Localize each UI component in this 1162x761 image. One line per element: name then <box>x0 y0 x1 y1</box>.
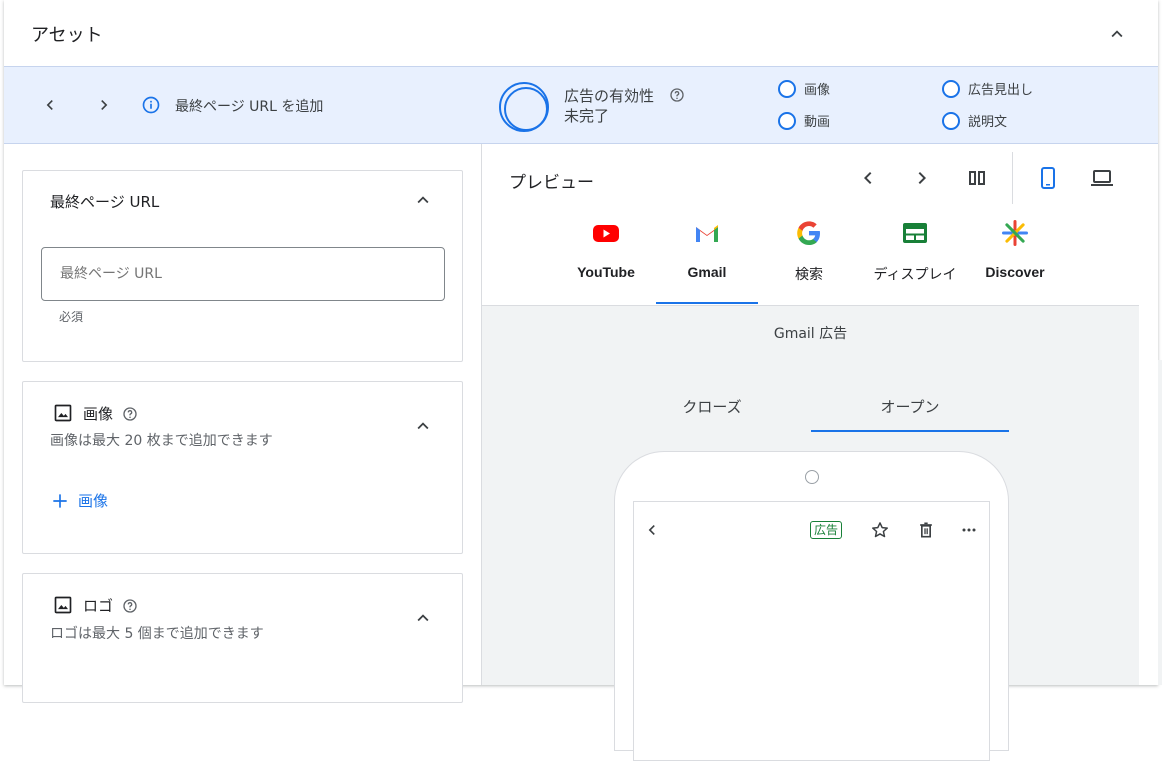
final-url-card: 最終ページ URL 必須 <box>22 170 463 362</box>
phone-camera <box>805 470 819 484</box>
chevron-left-icon[interactable] <box>856 166 880 190</box>
tab-search[interactable]: 検索 <box>759 218 859 284</box>
discover-icon <box>1002 220 1028 246</box>
effectiveness-label: 広告の有効性 <box>564 87 655 105</box>
plus-icon <box>53 493 67 508</box>
logo-subtitle: ロゴは最大 5 個まで追加できます <box>50 626 264 642</box>
radio-empty-icon <box>942 111 960 130</box>
columns-icon[interactable] <box>965 166 989 190</box>
chevron-up-icon[interactable] <box>412 607 434 629</box>
back-icon[interactable] <box>642 520 662 540</box>
tab-label: YouTube <box>577 264 635 280</box>
effectiveness-ring <box>499 82 549 132</box>
phone-screen: 広告 <box>633 501 990 761</box>
image-icon <box>54 596 72 614</box>
tab-youtube[interactable]: YouTube <box>556 218 656 280</box>
add-image-label: 画像 <box>78 492 109 510</box>
laptop-icon[interactable] <box>1090 166 1114 190</box>
tab-display[interactable]: ディスプレイ <box>860 218 970 284</box>
tab-open[interactable]: オープン <box>811 396 1009 417</box>
google-icon <box>797 221 820 245</box>
images-title: 画像 <box>83 405 114 423</box>
preview-area-label: Gmail 広告 <box>773 326 848 342</box>
requirement-headline: 広告見出し <box>942 79 1033 98</box>
requirement-label: 動画 <box>804 115 831 130</box>
requirement-label: 画像 <box>804 83 831 98</box>
mobile-icon[interactable] <box>1036 166 1060 190</box>
final-url-input[interactable] <box>41 247 445 301</box>
chevron-left-icon[interactable] <box>40 95 60 115</box>
assets-title: アセット <box>31 25 103 46</box>
requirement-label: 説明文 <box>968 115 1008 130</box>
images-card: 画像 画像は最大 20 枚まで追加できます 画像 <box>22 381 463 554</box>
logo-card: ロゴ ロゴは最大 5 個まで追加できます <box>22 573 463 703</box>
requirement-description: 説明文 <box>942 111 1007 130</box>
add-final-url-link[interactable]: 最終ページ URL を追加 <box>175 96 323 116</box>
ad-badge: 広告 <box>810 521 843 539</box>
info-icon <box>142 96 160 114</box>
help-icon[interactable] <box>669 87 685 103</box>
youtube-icon <box>593 225 619 242</box>
star-icon[interactable] <box>870 520 890 540</box>
image-icon <box>54 404 72 422</box>
gmail-icon <box>696 225 718 242</box>
help-icon[interactable] <box>122 598 138 614</box>
preview-title: プレビュー <box>509 173 594 193</box>
preview-area: Gmail 広告 クローズ オープン 広告 <box>482 305 1139 761</box>
chevron-right-icon[interactable] <box>910 166 934 190</box>
logo-title: ロゴ <box>83 597 114 615</box>
tab-label: Gmail <box>687 264 727 280</box>
tab-discover[interactable]: Discover <box>965 218 1065 280</box>
display-icon <box>903 223 927 243</box>
final-url-title: 最終ページ URL <box>50 193 160 211</box>
more-icon[interactable] <box>959 520 979 540</box>
images-subtitle: 画像は最大 20 枚まで追加できます <box>50 433 273 449</box>
tab-label: Discover <box>985 264 1045 280</box>
tab-label: ディスプレイ <box>873 266 957 282</box>
chevron-up-icon[interactable] <box>1106 23 1128 45</box>
selected-tab-indicator <box>656 302 758 304</box>
required-hint: 必須 <box>59 310 84 324</box>
tab-gmail[interactable]: Gmail <box>657 218 757 280</box>
scrollbar-track[interactable] <box>1158 360 1162 685</box>
assets-panel: アセット 最終ページ URL を追加 広告の有効性 未完了 画像 動画 広告見出… <box>4 0 1158 761</box>
assets-header: アセット <box>4 0 1158 66</box>
trash-icon[interactable] <box>916 520 936 540</box>
effectiveness-status: 未完了 <box>564 107 610 125</box>
phone-mockup: 広告 <box>614 451 1009 761</box>
toolbar-divider <box>1012 152 1013 204</box>
chevron-up-icon[interactable] <box>412 189 434 211</box>
radio-empty-icon <box>942 79 960 98</box>
chevron-up-icon[interactable] <box>412 415 434 437</box>
radio-empty-icon <box>778 79 796 98</box>
requirement-label: 広告見出し <box>968 83 1034 98</box>
radio-empty-icon <box>778 111 796 130</box>
requirement-image: 画像 <box>778 79 830 98</box>
add-image-button[interactable]: 画像 <box>50 490 108 511</box>
requirement-video: 動画 <box>778 111 830 130</box>
help-icon[interactable] <box>122 406 138 422</box>
tab-label: 検索 <box>795 266 823 282</box>
tab-closed[interactable]: クローズ <box>613 396 811 417</box>
selected-state-indicator <box>811 430 1009 432</box>
info-bar: 最終ページ URL を追加 広告の有効性 未完了 画像 動画 広告見出し 説明文 <box>4 66 1158 144</box>
chevron-right-icon[interactable] <box>94 95 114 115</box>
